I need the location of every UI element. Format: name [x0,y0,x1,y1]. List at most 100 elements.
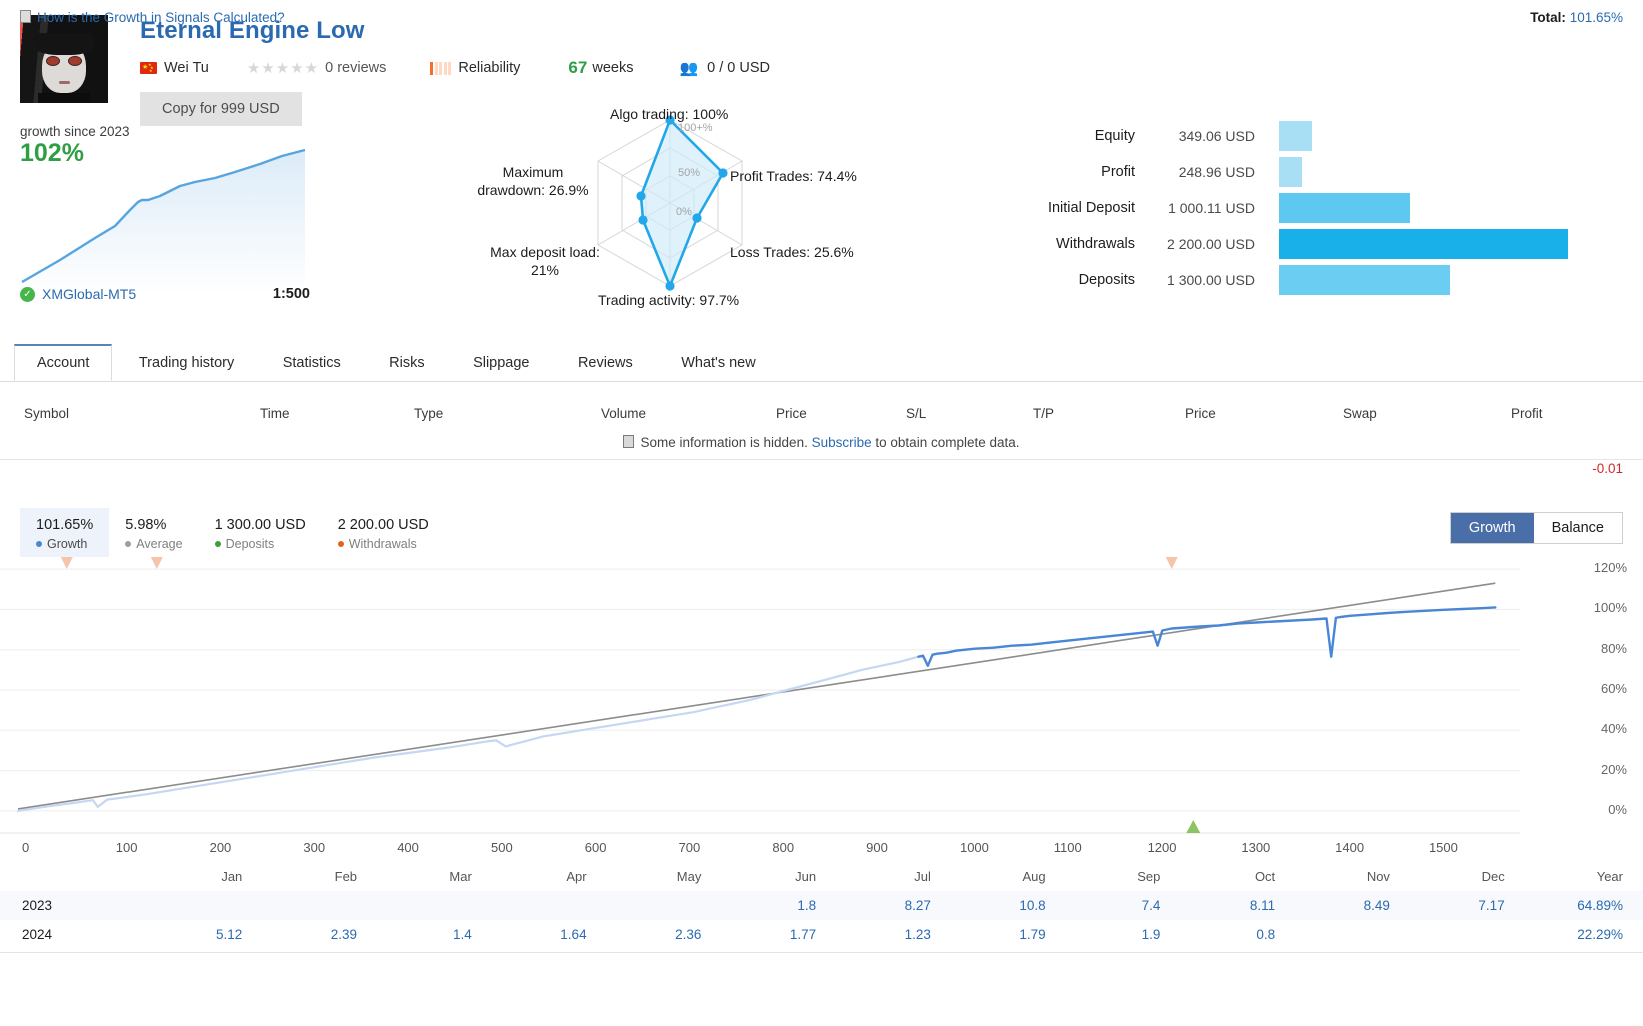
x-axis-tick: 300 [303,840,326,855]
month-cell-dec[interactable]: 7.17 [1390,891,1504,920]
legend-value: 5.98% [125,517,167,533]
month-cell-feb[interactable]: 2.39 [242,920,357,949]
growth-chart[interactable] [0,553,1643,843]
tab-risks[interactable]: Risks [367,346,446,380]
x-axis-tick: 1200 [1147,840,1177,855]
author-name[interactable]: Wei Tu [164,60,209,76]
month-header-dec: Dec [1481,869,1505,884]
weeks-label: weeks [592,60,634,77]
reliability-label: Reliability [458,60,521,77]
subscribers-icon: 👥 [679,60,699,78]
col-time[interactable]: Time [260,406,290,421]
stat-value: 2 200.00 USD [1167,236,1255,252]
stat-bar [1279,121,1312,151]
month-table-row: 2023 1.8 8.27 10.8 7.4 8.11 8.49 7.17 64.89% [0,891,1643,920]
month-cell-aug[interactable]: 10.8 [931,891,1045,920]
copy-button[interactable]: Copy for 999 USD [140,92,302,127]
legend-item-average[interactable]: 5.98% Average [109,508,198,557]
china-flag-icon: ★ ★ ★ ★ [140,62,157,75]
month-cell-oct[interactable]: 0.8 [1160,920,1275,949]
col-swap[interactable]: Swap [1343,406,1377,421]
stat-name: Initial Deposit [1047,200,1135,216]
mini-growth-chart: growth since 2023 102% [20,124,310,294]
info-icon [20,10,31,23]
x-axis-tick: 900 [866,840,888,855]
broker-row: ✓ XMGlobal-MT5 1:500 [20,286,310,302]
month-cell-jun[interactable]: 1.8 [701,891,816,920]
col-price-open[interactable]: Price [776,406,807,421]
mini-growth-svg [21,148,306,294]
legend-item-deposits[interactable]: 1 300.00 USD Deposits [199,508,322,557]
x-axis-tick: 700 [678,840,701,855]
legend-value: 101.65% [36,517,94,533]
avatar-mouth [59,81,70,84]
month-cell-sep[interactable]: 7.4 [1046,891,1161,920]
month-cell-aug[interactable]: 1.79 [931,920,1045,949]
month-cell-jun[interactable]: 1.77 [701,920,816,949]
month-cell-feb [242,891,357,920]
month-cell-jan[interactable]: 5.12 [128,920,242,949]
legend-value: 1 300.00 USD [214,517,306,533]
subscribers-value: 0 / 0 USD [707,60,770,77]
stat-row: Deposits 1 300.00 USD [1010,262,1643,298]
month-cell-jul[interactable]: 1.23 [816,920,931,949]
legend-item-growth[interactable]: 101.65% Growth [20,508,110,558]
x-axis-tick: 100 [115,840,138,855]
legend-label: Deposits [225,537,275,552]
month-header-aug: Aug [1022,869,1046,884]
tab-slippage[interactable]: Slippage [451,346,551,380]
stat-name: Withdrawals [1056,236,1135,252]
month-cell-mar [357,891,472,920]
tab-statistics[interactable]: Statistics [261,346,363,380]
avatar [20,15,108,103]
chart-mode-toggle: Growth Balance [1449,512,1623,544]
col-tp[interactable]: T/P [1033,406,1054,421]
legend-label: Average [136,537,183,552]
tab-trading-history[interactable]: Trading history [117,346,256,380]
month-cell-oct[interactable]: 8.11 [1160,891,1275,920]
svg-text:50%: 50% [678,167,700,179]
stat-bar-track [1279,118,1643,154]
col-symbol[interactable]: Symbol [24,406,69,421]
month-cell-nov[interactable]: 8.49 [1275,891,1390,920]
stat-name: Profit [1101,164,1135,180]
tab-account[interactable]: Account [14,344,113,381]
toggle-balance[interactable]: Balance [1533,513,1622,543]
x-axis-tick: 600 [584,840,607,855]
summary-profit-value: -0.01 [1592,461,1623,476]
total-label: Total: [1530,10,1566,25]
rating-stars-icon: ★★★★★ [246,60,320,78]
month-cell-apr[interactable]: 1.64 [472,920,586,949]
signal-page: Eternal Engine Low ★ ★ ★ ★ Wei Tu ★★★★★ 0 r… [0,0,1643,1026]
col-type[interactable]: Type [414,406,443,421]
tab-reviews[interactable]: Reviews [556,346,655,380]
leverage-value: 1:500 [272,286,310,302]
legend-item-withdrawals[interactable]: 2 200.00 USD Withdrawals [322,508,445,557]
col-volume[interactable]: Volume [601,406,646,421]
growth-help-link[interactable]: How is the Growth in Signals Calculated? [20,10,285,25]
month-header-mar: Mar [449,869,472,884]
x-axis-tick: 0 [22,840,30,855]
month-cell-jul[interactable]: 8.27 [816,891,931,920]
radar-label-algo: Algo trading: 100% [610,106,729,122]
month-cell-mar[interactable]: 1.4 [357,920,472,949]
subscribe-link[interactable]: Subscribe [812,435,872,450]
legend-label-wrap: Withdrawals [337,537,429,552]
legend-label: Withdrawals [348,537,417,552]
col-profit[interactable]: Profit [1511,406,1543,421]
stat-value: 1 300.00 USD [1167,272,1255,288]
col-sl[interactable]: S/L [906,406,926,421]
reviews-count[interactable]: 0 reviews [325,60,386,76]
y-axis-tick: 100% [1593,600,1627,616]
month-cell-sep[interactable]: 1.9 [1046,920,1161,949]
month-row-total: 22.29% [1577,927,1623,942]
broker-name[interactable]: XMGlobal-MT5 [42,286,136,302]
avatar-eye-left [47,57,59,65]
month-cell-may[interactable]: 2.36 [587,920,701,949]
col-price-close[interactable]: Price [1185,406,1216,421]
legend-label-wrap: Deposits [214,537,306,552]
hidden-note-text: Some information is hidden. [640,435,808,450]
tab-whats-new[interactable]: What's new [659,346,778,380]
toggle-growth[interactable]: Growth [1450,513,1534,543]
y-axis-tick: 60% [1600,681,1627,696]
